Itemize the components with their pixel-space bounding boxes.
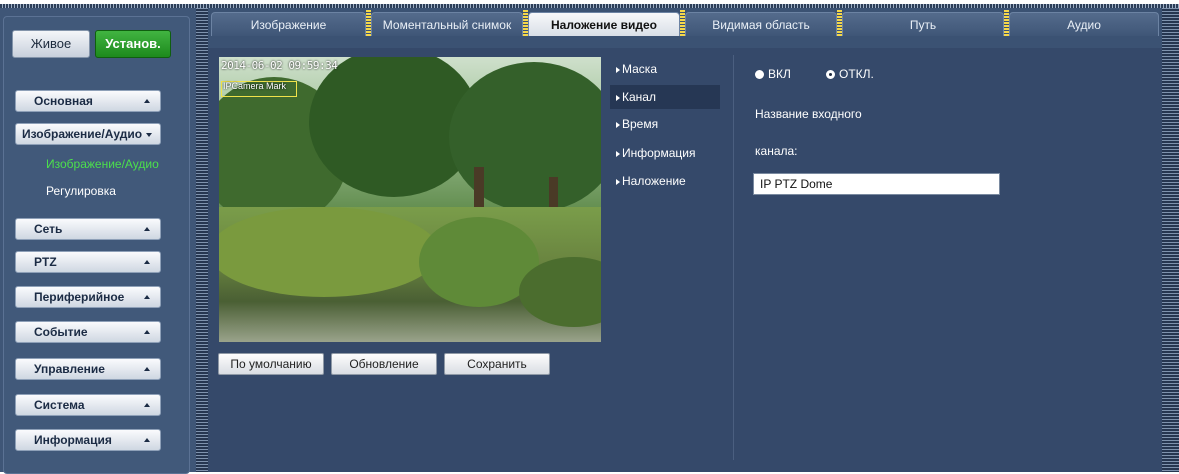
tab-path[interactable]: Путь: [842, 12, 1004, 36]
triangle-right-icon: [616, 94, 620, 101]
chevron-down-icon: [146, 133, 152, 137]
submenu-item-label: Информация: [622, 146, 696, 160]
menu-info[interactable]: Информация: [15, 429, 161, 451]
sidebar-item-adjustment[interactable]: Регулировка: [46, 184, 116, 198]
channel-name-label: Название входного: [755, 107, 862, 121]
triangle-right-icon: [616, 178, 620, 185]
chevron-up-icon: [144, 438, 150, 442]
menu-image-audio-label: Изображение/Аудио: [22, 127, 143, 141]
chevron-up-icon: [144, 330, 150, 334]
submenu-item-label: Наложение: [622, 174, 686, 188]
chevron-up-icon: [144, 403, 150, 407]
submenu-item-channel[interactable]: Канал: [610, 85, 720, 109]
triangle-right-icon: [616, 121, 620, 128]
chevron-up-icon: [144, 227, 150, 231]
radio-on[interactable]: ВКЛ: [755, 67, 791, 81]
menu-peripheral-label: Периферийное: [34, 290, 125, 304]
menu-event-label: Событие: [34, 325, 88, 339]
submenu-item-mask[interactable]: Маска: [610, 57, 720, 81]
menu-basic[interactable]: Основная: [15, 90, 161, 112]
radio-off[interactable]: ОТКЛ.: [826, 67, 874, 81]
submenu-item-label: Время: [622, 117, 659, 131]
menu-basic-label: Основная: [34, 94, 93, 108]
tab-video-overlay[interactable]: Наложение видео: [528, 12, 680, 36]
overlay-submenu: Маска Канал Время Информация Наложение: [607, 57, 720, 457]
menu-info-label: Информация: [34, 433, 112, 447]
osd-channel-name: IPCamera Mark: [223, 81, 287, 91]
menu-management-label: Управление: [34, 362, 105, 376]
live-mode-button[interactable]: Живое: [12, 30, 90, 58]
radio-off-label: ОТКЛ.: [839, 67, 874, 81]
video-preview: 2014-06-02 09:59:34 IPCamera Mark: [219, 57, 601, 342]
video-hedge: [219, 207, 439, 297]
right-scrollbar[interactable]: [1162, 8, 1179, 472]
tab-visible-area[interactable]: Видимая область: [685, 12, 837, 36]
radio-unselected-icon: [755, 70, 764, 80]
tab-audio[interactable]: Аудио: [1009, 12, 1159, 36]
refresh-button[interactable]: Обновление: [331, 353, 437, 375]
radio-on-label: ВКЛ: [768, 67, 791, 81]
menu-network-label: Сеть: [34, 222, 63, 236]
tab-snapshot[interactable]: Моментальный снимок: [371, 12, 523, 36]
sidebar-splitter[interactable]: [196, 8, 208, 472]
menu-ptz-label: PTZ: [34, 255, 57, 269]
channel-name-input[interactable]: [753, 173, 1000, 195]
osd-timestamp: 2014-06-02 09:59:34: [221, 59, 338, 72]
chevron-up-icon: [144, 295, 150, 299]
menu-ptz[interactable]: PTZ: [15, 251, 161, 273]
menu-image-audio[interactable]: Изображение/Аудио: [15, 123, 161, 145]
radio-selected-icon: [826, 70, 835, 80]
chevron-up-icon: [144, 260, 150, 264]
save-button[interactable]: Сохранить: [444, 353, 550, 375]
menu-management[interactable]: Управление: [15, 358, 161, 380]
triangle-right-icon: [616, 150, 620, 157]
triangle-right-icon: [616, 66, 620, 73]
submenu-item-overlay[interactable]: Наложение: [610, 169, 720, 193]
submenu-item-time[interactable]: Время: [610, 112, 720, 136]
menu-system-label: Система: [34, 398, 85, 412]
chevron-up-icon: [144, 367, 150, 371]
setup-mode-button[interactable]: Установ.: [95, 30, 171, 58]
panel-divider: [733, 55, 734, 460]
tab-image[interactable]: Изображение: [211, 12, 366, 36]
default-button[interactable]: По умолчанию: [218, 353, 324, 375]
menu-network[interactable]: Сеть: [15, 218, 161, 240]
menu-peripheral[interactable]: Периферийное: [15, 286, 161, 308]
menu-system[interactable]: Система: [15, 394, 161, 416]
sidebar-item-image-audio[interactable]: Изображение/Аудио: [46, 157, 159, 171]
submenu-item-label: Маска: [622, 62, 657, 76]
menu-event[interactable]: Событие: [15, 321, 161, 343]
channel-name-label-2: канала:: [755, 144, 798, 158]
chevron-up-icon: [144, 99, 150, 103]
submenu-item-info[interactable]: Информация: [610, 141, 720, 165]
submenu-item-label: Канал: [622, 90, 656, 104]
